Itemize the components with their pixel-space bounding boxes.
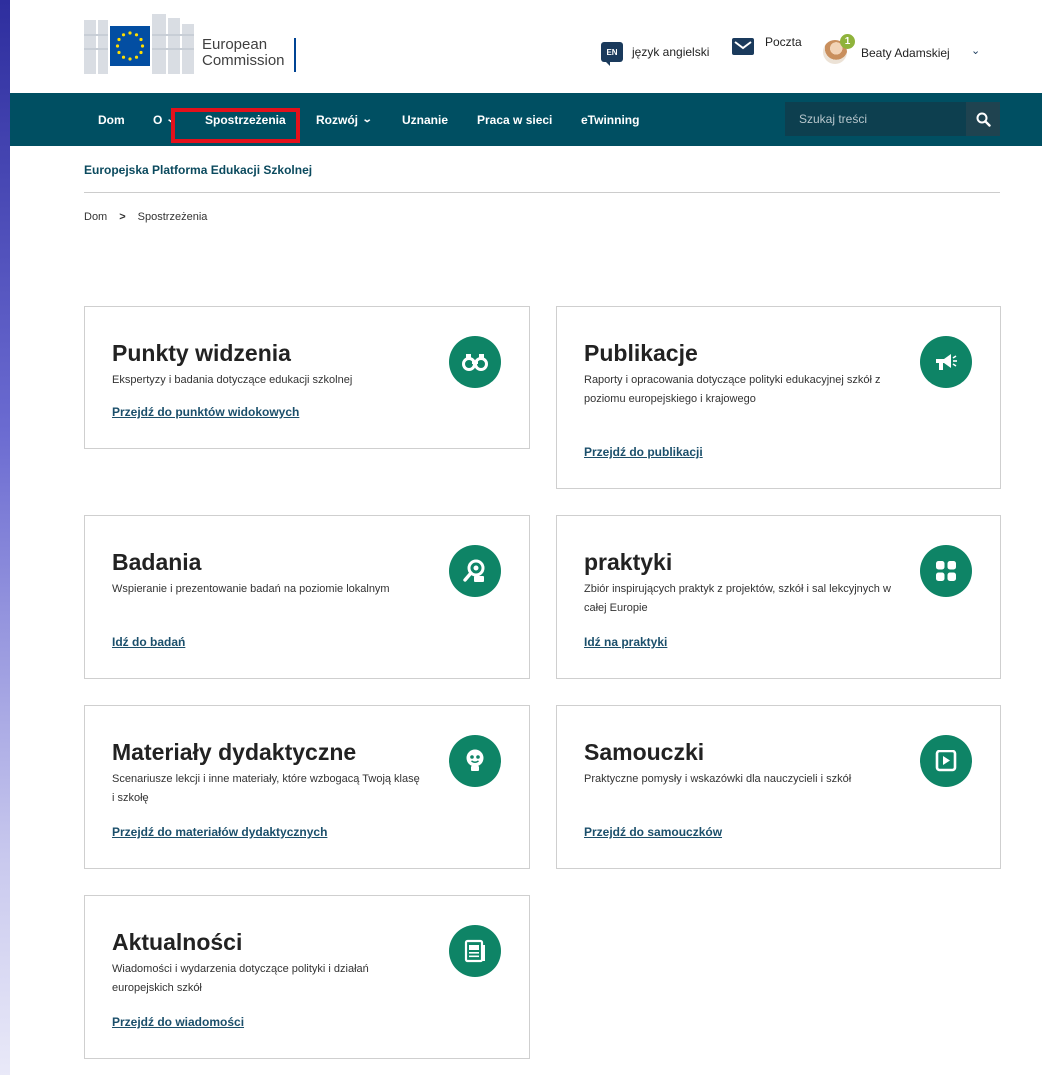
breadcrumb-separator-icon: > [119,211,126,223]
card-link[interactable]: Przejdź do wiadomości [112,1015,244,1029]
language-icon: EN [601,42,623,66]
nav-item-uznanie[interactable]: Uznanie [402,93,448,146]
research-icon [449,545,501,597]
card-praktyki: praktyki Zbiór inspirujących praktyk z p… [556,515,1001,679]
envelope-icon [732,38,754,55]
card-punkty-widzenia: Punkty widzenia Ekspertyzy i badania dot… [84,306,530,449]
chevron-down-icon: ⌄ [971,45,981,57]
card-description: Zbiór inspirujących praktyk z projektów,… [584,583,891,614]
language-code: EN [606,47,618,57]
card-materialy-dydaktyczne: Materiały dydaktyczne Scenariusze lekcji… [84,705,530,869]
card-description: Raporty i opracowania dotyczące polityki… [584,374,881,405]
search-input[interactable] [785,102,966,136]
search-box [785,102,1000,136]
video-tutorial-icon [920,735,972,787]
european-commission-logo[interactable]: European Commission [84,14,304,74]
nav-item-label: eTwinning [581,112,640,127]
nav-item-dom[interactable]: Dom [98,93,125,146]
card-link[interactable]: Przejdź do punktów widokowych [112,405,299,419]
window-frame-gap [10,0,12,1075]
nav-item-label: Uznanie [402,112,449,127]
language-label: język angielski [632,45,710,59]
mail-label[interactable]: Poczta [765,35,802,49]
window-frame-left [0,0,10,1075]
chevron-down-icon: ⌄ [361,114,373,125]
breadcrumb-current: Spostrzeżenia [137,211,208,223]
newspaper-icon [449,925,501,977]
nav-item-label: Dom [98,112,125,127]
nav-item-label: Praca w sieci [477,112,553,127]
logo-text-line2: Commission [202,52,285,69]
platform-title[interactable]: Europejska Platforma Edukacji Szkolnej [84,163,312,177]
card-badania: Badania Wspieranie i prezentowanie badań… [84,515,530,679]
megaphone-icon [920,336,972,388]
card-description: Scenariusze lekcji i inne materiały, któ… [112,773,420,804]
card-link[interactable]: Idź do badań [112,635,185,649]
divider [84,192,1000,193]
card-publikacje: Publikacje Raporty i opracowania dotyczą… [556,306,1001,489]
card-title: Aktualności [112,929,243,955]
card-aktualnosci: Aktualności Wiadomości i wydarzenia doty… [84,895,530,1059]
logo-text: European Commission [202,37,285,69]
ec-logo-graphic [84,14,194,74]
breadcrumb: Dom > Spostrzeżenia [84,211,207,223]
search-icon [976,112,991,127]
card-link[interactable]: Przejdź do publikacji [584,445,703,459]
site-header: European Commission EN język angielski P… [10,0,1042,93]
search-button[interactable] [966,102,1000,136]
card-samouczki: Samouczki Praktyczne pomysły i wskazówki… [556,705,1001,869]
card-title: Badania [112,549,202,575]
card-link[interactable]: Przejdź do samouczków [584,825,722,839]
card-description: Wiadomości i wydarzenia dotyczące polity… [112,963,369,994]
card-title: Punkty widzenia [112,340,291,366]
card-title: Publikacje [584,340,698,366]
nav-item-rozwoj[interactable]: Rozwój ⌄ [316,93,373,146]
notification-badge: 1 [840,34,855,49]
mail-button[interactable] [732,38,754,60]
nav-item-label: Rozwój [316,112,358,127]
card-title: praktyki [584,549,673,575]
card-link[interactable]: Przejdź do materiałów dydaktycznych [112,825,327,839]
lightbulb-icon [449,735,501,787]
nav-item-praca-w-sieci[interactable]: Praca w sieci [477,93,552,146]
card-description: Wspieranie i prezentowanie badań na pozi… [112,583,390,595]
card-description: Praktyczne pomysły i wskazówki dla naucz… [584,773,852,785]
language-selector[interactable]: EN język angielski [601,41,710,66]
card-title: Samouczki [584,739,705,765]
user-name: Beaty Adamskiej [861,46,950,60]
active-nav-highlight [171,108,300,143]
nav-item-label: O [153,112,163,127]
nav-item-etwinning[interactable]: eTwinning [581,93,639,146]
breadcrumb-home-link[interactable]: Dom [84,211,107,223]
card-title: Materiały dydaktyczne [112,739,357,765]
card-description: Ekspertyzy i badania dotyczące edukacji … [112,374,353,386]
binoculars-icon [449,336,501,388]
grid-icon [920,545,972,597]
logo-divider [294,38,296,72]
card-link[interactable]: Idź na praktyki [584,635,667,649]
logo-text-line1: European [202,36,268,53]
